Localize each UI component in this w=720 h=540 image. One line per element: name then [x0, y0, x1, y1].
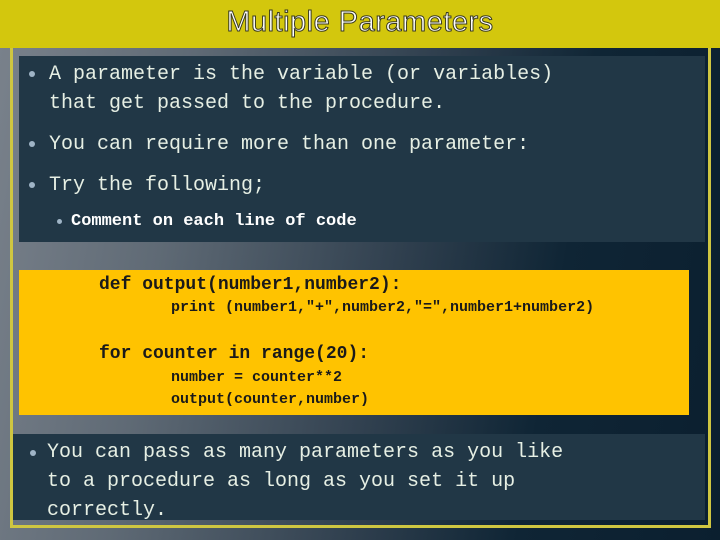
code-block: def output(number1,number2): print (numb…: [19, 270, 689, 415]
bullet-1-line-2: that get passed to the procedure.: [49, 92, 446, 115]
bullet-1-line-1: A parameter is the variable (or variable…: [49, 63, 554, 86]
bullet-icon: [30, 450, 36, 456]
code-line-1: def output(number1,number2):: [99, 275, 402, 295]
bullet-icon: [29, 71, 35, 77]
code-line-3: for counter in range(20):: [99, 344, 370, 364]
bullet-icon: [29, 182, 35, 188]
bullet-3-line-1: Try the following;: [49, 174, 266, 197]
title-bar: Multiple Parameters: [0, 0, 720, 48]
top-text-box: A parameter is the variable (or variable…: [19, 56, 705, 242]
code-line-4: number = counter**2: [171, 369, 343, 386]
bullet-2-line-1: You can require more than one parameter:: [49, 133, 530, 156]
bottom-bullet-line-1: You can pass as many parameters as you l…: [47, 441, 564, 464]
slide-title: Multiple Parameters: [226, 6, 494, 39]
bullet-icon: [29, 141, 35, 147]
code-line-5: output(counter,number): [171, 391, 370, 408]
sub-bullet-1: Comment on each line of code: [71, 212, 357, 231]
bottom-bullet-line-3: correctly.: [47, 499, 168, 522]
bottom-bullet-line-2: to a procedure as long as you set it up: [47, 470, 516, 493]
code-line-2: print (number1,"+",number2,"=",number1+n…: [171, 299, 595, 316]
bottom-text-box: You can pass as many parameters as you l…: [13, 434, 705, 522]
sub-bullet-icon: [57, 219, 62, 224]
